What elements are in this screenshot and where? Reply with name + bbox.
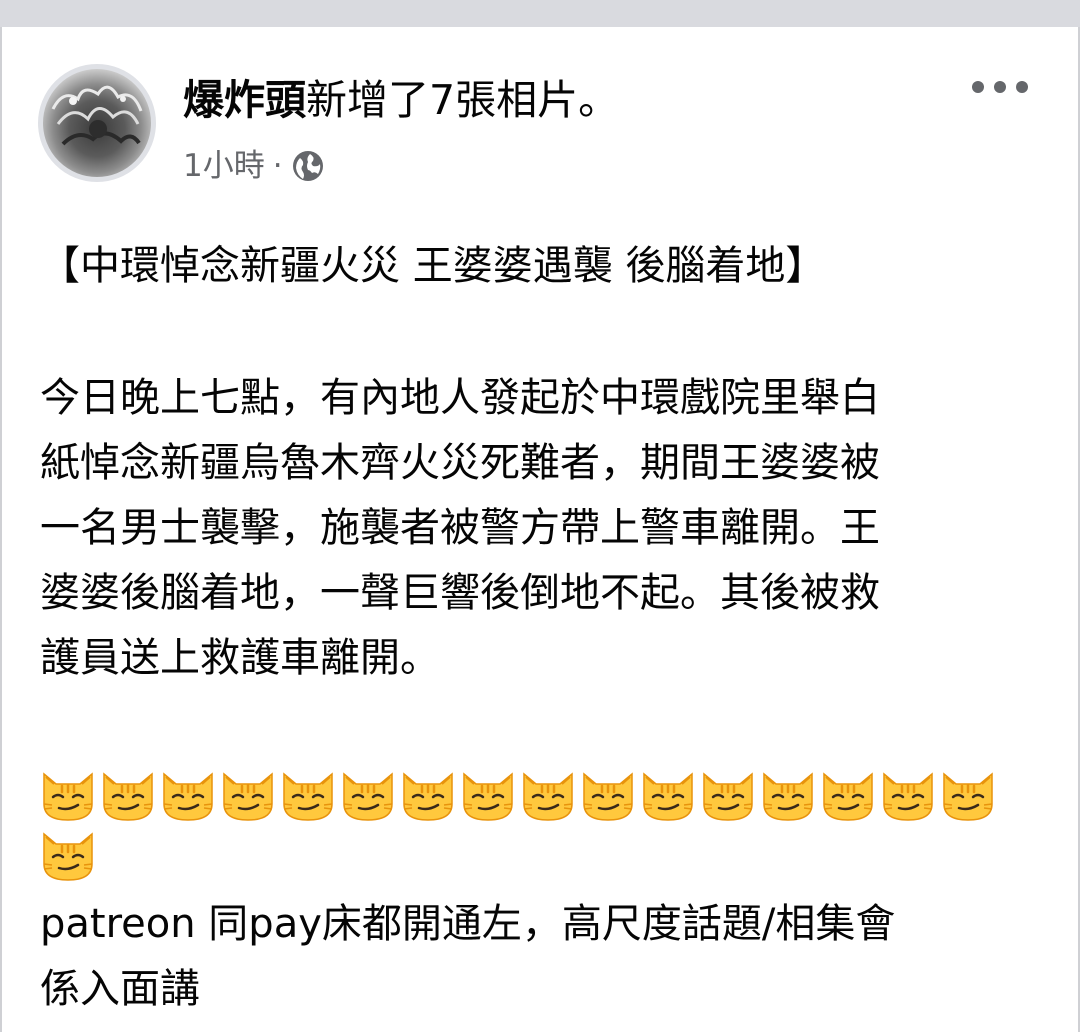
more-dot: [994, 81, 1006, 93]
post-headline: 【中環悼念新疆火災 王婆婆遇襲 後腦着地】: [40, 243, 826, 289]
smirking-cat-emoji: [883, 772, 933, 821]
meta-separator: ·: [272, 148, 283, 184]
smirking-cat-emoji: [943, 772, 993, 821]
body-line: 婆婆後腦着地，一聲巨響後倒地不起。其後被救: [40, 570, 880, 616]
smirking-cat-emoji: [763, 772, 813, 821]
smirking-cat-emoji: [103, 772, 153, 821]
post-footer: patreon 同pay床都開通左，高尺度話題/相集會 係入面講: [40, 892, 1050, 1022]
more-dot: [1016, 81, 1028, 93]
smirking-cat-emoji: [163, 772, 213, 821]
smirking-cat-emoji: [523, 772, 573, 821]
smirking-cat-emoji: [343, 772, 393, 821]
post-body: 今日晚上七點，有內地人發起於中環戲院里舉白 紙悼念新疆烏魯木齊火災死難者，期間王…: [40, 366, 1050, 691]
author-name[interactable]: 爆炸頭: [183, 76, 306, 124]
emoji-row: [38, 824, 1038, 884]
more-dot: [972, 81, 984, 93]
author-avatar[interactable]: [38, 64, 156, 182]
emoji-block: [38, 764, 1038, 884]
smirking-cat-emoji: [463, 772, 513, 821]
smirking-cat-emoji: [823, 772, 873, 821]
smirking-cat-emoji: [403, 772, 453, 821]
body-line: 紙悼念新疆烏魯木齊火災死難者，期間王婆婆被: [40, 440, 880, 486]
body-line: 護員送上救護車離開。: [40, 635, 440, 681]
top-bar: [0, 0, 1080, 27]
smirking-cat-emoji: [283, 772, 333, 821]
body-line: 今日晚上七點，有內地人發起於中環戲院里舉白: [40, 375, 880, 421]
emoji-row: [38, 764, 1038, 824]
body-line: 一名男士襲擊，施襲者被警方帶上警車離開。王: [40, 505, 880, 551]
smirking-cat-emoji: [703, 772, 753, 821]
globe-icon[interactable]: [291, 149, 325, 183]
post-time[interactable]: 1小時: [183, 142, 265, 190]
smirking-cat-emoji: [43, 772, 93, 821]
smirking-cat-emoji: [643, 772, 693, 821]
footer-line: 係入面講: [40, 966, 200, 1012]
footer-line: patreon 同pay床都開通左，高尺度話題/相集會: [40, 901, 896, 947]
smirking-cat-emoji: [223, 772, 273, 821]
post-header: 爆炸頭新增了7張相片。: [183, 72, 619, 128]
post-meta: 1小時 ·: [183, 142, 325, 190]
smirking-cat-emoji: [583, 772, 633, 821]
smirking-cat-emoji: [43, 832, 93, 881]
post-action: 新增了7張相片。: [306, 76, 620, 124]
more-options-icon[interactable]: [972, 72, 1028, 102]
